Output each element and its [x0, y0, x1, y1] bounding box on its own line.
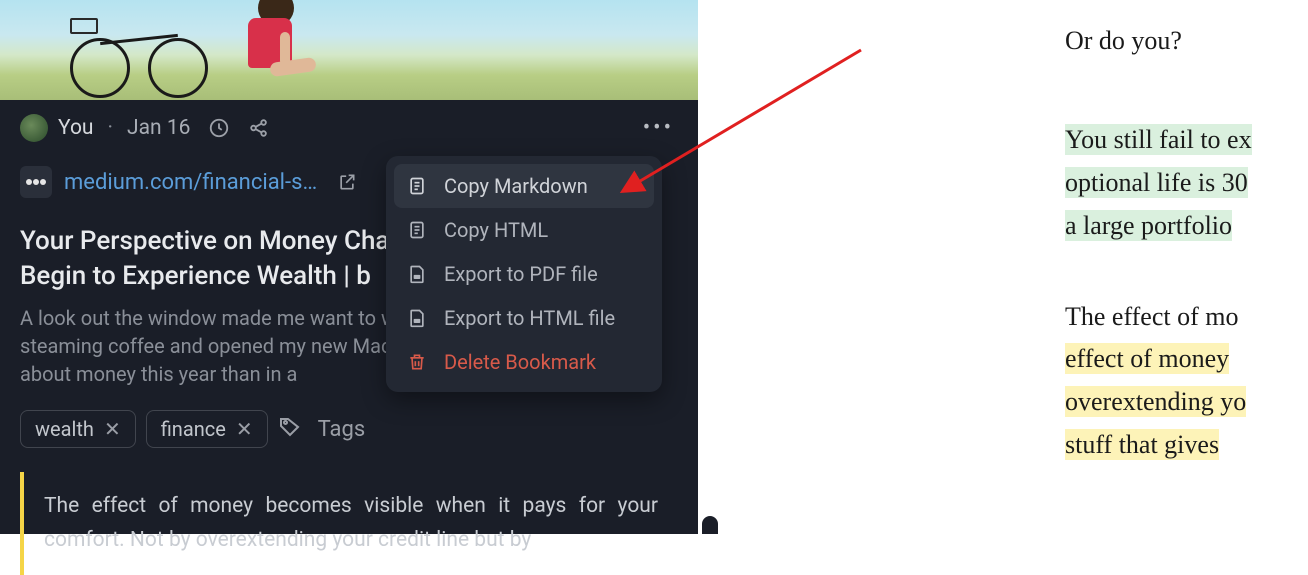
- menu-item-label: Copy HTML: [444, 218, 548, 242]
- menu-item-label: Export to PDF file: [444, 262, 598, 286]
- highlight-quote: The effect of money becomes visible when…: [20, 472, 678, 575]
- source-url-link[interactable]: medium.com/financial-s…: [64, 170, 317, 195]
- meta-separator: ·: [108, 116, 114, 140]
- reader-paragraph: Or do you?: [1065, 20, 1308, 63]
- external-link-icon[interactable]: [337, 172, 357, 192]
- reader-content: Or do you? You still fail to ex optional…: [700, 20, 1308, 467]
- history-icon[interactable]: [208, 117, 230, 139]
- tag-wealth[interactable]: wealth ✕: [20, 410, 136, 448]
- tag-label: finance: [161, 417, 226, 441]
- scroll-hint: [702, 516, 718, 534]
- reader-panel: Or do you? You still fail to ex optional…: [700, 0, 1308, 534]
- menu-item-label: Export to HTML file: [444, 306, 615, 330]
- meta-row: You · Jan 16 •••: [0, 100, 698, 156]
- context-menu: Copy Markdown Copy HTML Export to PDF fi…: [386, 156, 662, 392]
- menu-item-label: Delete Bookmark: [444, 350, 596, 374]
- date-label: Jan 16: [127, 116, 190, 140]
- pdf-file-icon: [406, 263, 428, 285]
- reader-paragraph-highlighted-green: You still fail to ex optional life is 30…: [1065, 119, 1308, 248]
- trash-icon: [406, 351, 428, 373]
- hero-person-illustration: [230, 0, 320, 100]
- menu-copy-html[interactable]: Copy HTML: [394, 208, 654, 252]
- html-file-icon: [406, 307, 428, 329]
- menu-export-pdf[interactable]: Export to PDF file: [394, 252, 654, 296]
- tag-icon[interactable]: [278, 415, 302, 443]
- document-icon: [406, 219, 428, 241]
- remove-tag-icon[interactable]: ✕: [104, 417, 121, 441]
- site-icon: [20, 166, 52, 198]
- menu-item-label: Copy Markdown: [444, 174, 588, 198]
- menu-export-html[interactable]: Export to HTML file: [394, 296, 654, 340]
- share-icon[interactable]: [248, 117, 270, 139]
- menu-delete-bookmark[interactable]: Delete Bookmark: [394, 340, 654, 384]
- tag-label: wealth: [35, 417, 94, 441]
- hero-image: [0, 0, 698, 100]
- avatar[interactable]: [20, 114, 48, 142]
- reader-paragraph-highlighted-yellow: The effect of mo effect of money overext…: [1065, 296, 1308, 468]
- remove-tag-icon[interactable]: ✕: [236, 417, 253, 441]
- author-label: You: [58, 116, 94, 140]
- document-icon: [406, 175, 428, 197]
- tag-finance[interactable]: finance ✕: [146, 410, 268, 448]
- menu-copy-markdown[interactable]: Copy Markdown: [394, 164, 654, 208]
- tags-placeholder-label[interactable]: Tags: [318, 417, 366, 442]
- tags-row: wealth ✕ finance ✕ Tags: [0, 406, 698, 472]
- more-menu-button[interactable]: •••: [643, 116, 674, 141]
